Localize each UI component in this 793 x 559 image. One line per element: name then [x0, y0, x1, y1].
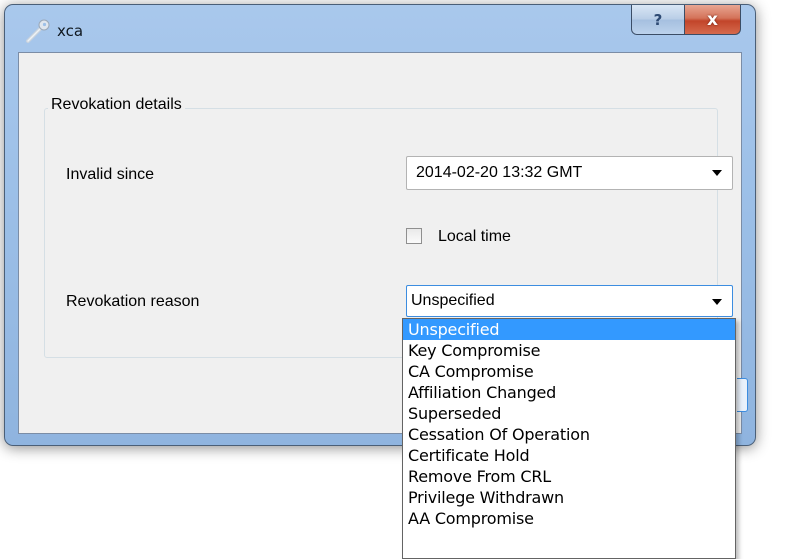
group-title: Revokation details: [48, 96, 185, 114]
local-time-label[interactable]: Local time: [438, 228, 511, 246]
dropdown-option-key-compromise[interactable]: Key Compromise: [403, 340, 735, 361]
ok-button[interactable]: [737, 378, 748, 412]
dropdown-option-aa-compromise[interactable]: AA Compromise: [403, 508, 735, 529]
dropdown-option-remove-from-crl[interactable]: Remove From CRL: [403, 466, 735, 487]
revocation-reason-select[interactable]: Unspecified: [406, 285, 733, 317]
help-icon: ?: [653, 10, 663, 29]
key-icon: [26, 19, 50, 43]
close-button[interactable]: x: [684, 5, 741, 35]
dropdown-option-privilege-withdrawn[interactable]: Privilege Withdrawn: [403, 487, 735, 508]
revocation-reason-label: Revokation reason: [66, 293, 200, 310]
dropdown-option-cessation-of-operation[interactable]: Cessation Of Operation: [403, 424, 735, 445]
chevron-down-icon[interactable]: [712, 299, 722, 305]
dropdown-option-ca-compromise[interactable]: CA Compromise: [403, 361, 735, 382]
invalid-since-datetime[interactable]: 2014-02-20 13:32 GMT: [406, 156, 733, 190]
invalid-since-value: 2014-02-20 13:32 GMT: [416, 164, 583, 181]
window-title: xca: [57, 22, 84, 40]
revocation-reason-dropdown[interactable]: Unspecified Key Compromise CA Compromise…: [402, 318, 736, 559]
close-icon: x: [707, 9, 718, 30]
dropdown-option-unspecified[interactable]: Unspecified: [403, 319, 735, 340]
dropdown-option-certificate-hold[interactable]: Certificate Hold: [403, 445, 735, 466]
revocation-reason-value: Unspecified: [411, 292, 495, 309]
help-button[interactable]: ?: [631, 5, 685, 35]
invalid-since-label: Invalid since: [66, 166, 155, 183]
screen: xca ? x Revokation details Invalid since…: [0, 0, 793, 559]
title-bar[interactable]: xca ? x: [5, 5, 755, 53]
chevron-down-icon[interactable]: [712, 170, 722, 176]
local-time-checkbox[interactable]: [406, 228, 422, 244]
dropdown-option-superseded[interactable]: Superseded: [403, 403, 735, 424]
dropdown-option-affiliation-changed[interactable]: Affiliation Changed: [403, 382, 735, 403]
